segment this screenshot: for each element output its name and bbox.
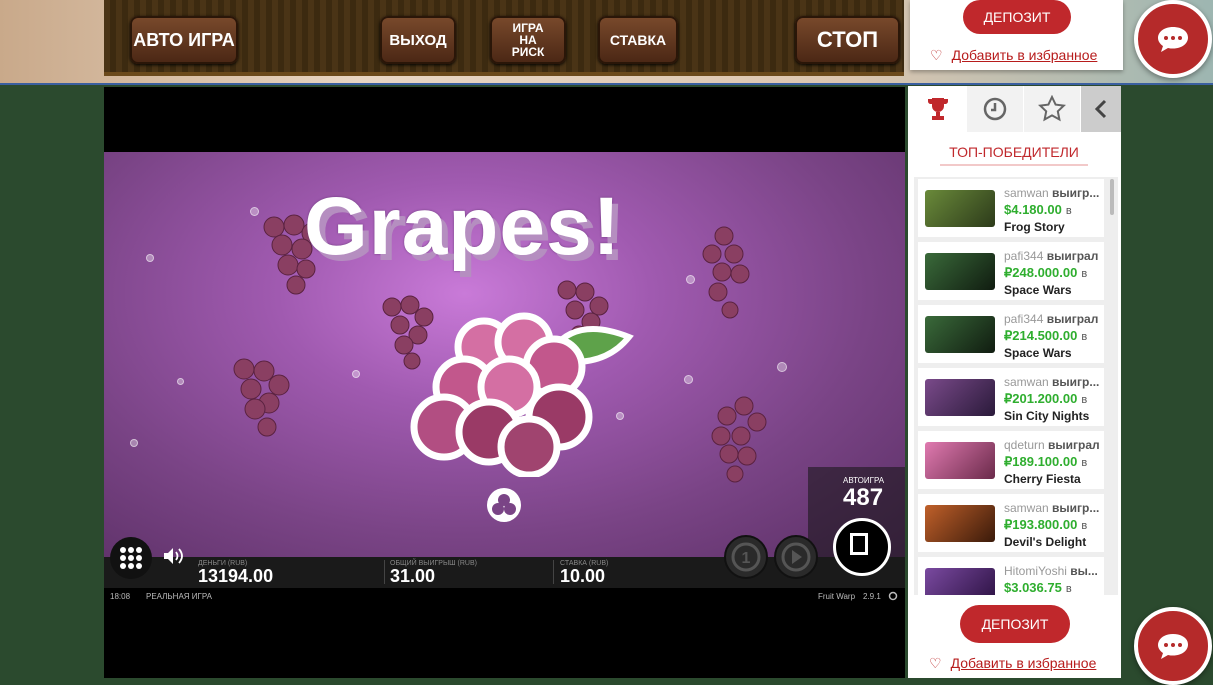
coin-value-button[interactable]	[487, 488, 521, 522]
coins-icon	[492, 494, 516, 515]
chevron-left-icon	[1094, 99, 1107, 119]
grape-bunch-decoration	[702, 226, 750, 319]
mode-text: РЕАЛЬНАЯ ИГРА	[146, 592, 213, 601]
exit-button[interactable]: ВЫХОД	[380, 16, 456, 64]
grape-bunch-decoration	[233, 358, 290, 437]
game-thumbnail	[925, 379, 995, 416]
winner-item[interactable]: samwan выигр... ₽193.800.00 в Devil's Del…	[918, 494, 1104, 552]
version-text: 2.9.1	[863, 592, 881, 601]
trophy-icon	[927, 98, 949, 120]
stop-button[interactable]: СТОП	[795, 16, 900, 64]
chat-button[interactable]	[1134, 607, 1212, 685]
deposit-button[interactable]: ДЕПОЗИТ	[960, 605, 1070, 643]
add-favorite-link-top[interactable]: ♡ Добавить в избранное	[930, 47, 1097, 64]
winner-game[interactable]: Space Wars	[1004, 346, 1072, 360]
winner-item[interactable]: samwan выигр... $4.180.00 в Frog Story	[918, 179, 1104, 237]
collapse-sidebar-button[interactable]	[1081, 86, 1121, 132]
one-icon: 1	[731, 542, 761, 572]
total-win-value: 31.00	[390, 566, 436, 586]
single-spin-button[interactable]: 1	[724, 535, 768, 579]
game-thumbnail	[925, 442, 995, 479]
hud-divider	[553, 560, 554, 584]
chat-bubble-icon	[1158, 634, 1188, 659]
game-name-text: Fruit Warp	[818, 592, 856, 601]
clock-text: 18:08	[110, 592, 131, 601]
winner-game[interactable]: Cherry Fiesta	[1004, 472, 1081, 486]
bet-value: 10.00	[560, 566, 606, 586]
clock-icon	[983, 97, 1007, 121]
favorite-label: Добавить в избранное	[951, 47, 1098, 63]
favorite-label: Добавить в избранное	[950, 655, 1097, 671]
winner-game[interactable]: Frog Story	[1004, 220, 1065, 234]
hud-divider	[384, 560, 385, 584]
win-title: Grapes!	[304, 181, 621, 272]
bet-button[interactable]: СТАВКА	[598, 16, 678, 64]
game-thumbnail	[925, 505, 995, 542]
winners-list[interactable]: samwan выигр... $4.180.00 в Frog Story pa…	[914, 177, 1118, 595]
sidebar-title: ТОП-ПОБЕДИТЕЛИ	[940, 144, 1088, 166]
stop-icon	[850, 533, 868, 555]
winner-item[interactable]: pafi344 выиграл ₽214.500.00 в Space Wars	[918, 305, 1104, 363]
chat-button-top[interactable]	[1134, 0, 1212, 78]
winner-item[interactable]: pafi344 выиграл ₽248.000.00 в Space Wars	[918, 242, 1104, 300]
sound-icon[interactable]	[162, 546, 184, 566]
stop-spin-button[interactable]	[833, 518, 891, 576]
game-canvas[interactable]: Grapes!	[104, 152, 905, 557]
winner-item[interactable]: HitomiYoshi вы... $3.036.75 в	[918, 557, 1104, 595]
tab-top-winners[interactable]	[910, 86, 966, 132]
game-thumbnail	[925, 253, 995, 290]
svg-text:1: 1	[742, 550, 751, 567]
settings-icon[interactable]	[888, 591, 898, 601]
winner-item[interactable]: qdeturn выиграл ₽189.100.00 в Cherry Fies…	[918, 431, 1104, 489]
winner-game[interactable]: Space Wars	[1004, 283, 1072, 297]
autoplay-count: 487	[843, 484, 884, 511]
heart-icon: ♡	[929, 655, 942, 671]
autoplay-icon	[781, 542, 811, 572]
winner-game[interactable]: Sin City Nights	[1004, 409, 1089, 423]
add-favorite-link[interactable]: ♡ Добавить в избранное	[929, 655, 1096, 672]
star-icon	[1038, 95, 1066, 122]
winner-item[interactable]: samwan выигр... ₽201.200.00 в Sin City Ni…	[918, 368, 1104, 426]
tab-favorites[interactable]	[1024, 86, 1080, 132]
winners-scrollbar[interactable]	[1110, 179, 1114, 215]
menu-button[interactable]	[110, 537, 152, 579]
chat-bubble-icon	[1158, 27, 1188, 52]
money-value: 13194.00	[198, 566, 274, 586]
grape-symbol	[410, 312, 634, 477]
winner-game[interactable]: Devil's Delight	[1004, 535, 1086, 549]
deposit-button-top[interactable]: ДЕПОЗИТ	[963, 0, 1071, 34]
tab-recent[interactable]	[967, 86, 1023, 132]
game-thumbnail	[925, 568, 995, 595]
autoplay-button[interactable]: АВТО ИГРА	[130, 16, 238, 64]
grid-menu-icon	[120, 547, 142, 569]
autoplay-toggle-button[interactable]	[774, 535, 818, 579]
game-thumbnail	[925, 190, 995, 227]
grape-bunch-decoration	[711, 396, 767, 483]
game-thumbnail	[925, 316, 995, 353]
heart-icon: ♡	[930, 47, 943, 63]
gamble-button[interactable]: ИГРА НА РИСК	[490, 16, 566, 64]
